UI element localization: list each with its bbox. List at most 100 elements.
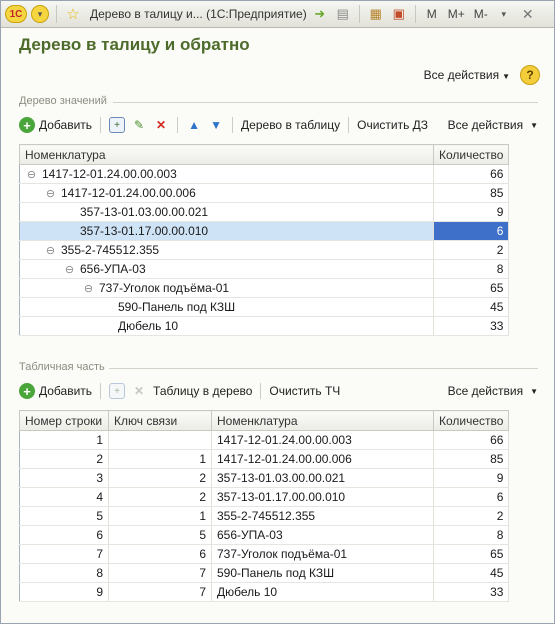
- clear-tree-button[interactable]: Очистить ДЗ: [357, 118, 428, 132]
- column-header-link-key[interactable]: Ключ связи: [108, 410, 212, 431]
- table-cell-nomenclature[interactable]: 656-УПА-03: [211, 525, 434, 545]
- tree-cell-nomenclature[interactable]: Дюбель 10: [19, 316, 434, 336]
- copy-icon[interactable]: +: [109, 383, 126, 399]
- table-cell-link-key[interactable]: 5: [108, 525, 212, 545]
- collapse-toggle-icon[interactable]: ⊖: [82, 282, 95, 295]
- table-cell-quantity[interactable]: 65: [433, 544, 510, 564]
- memory-subtract-button[interactable]: M-: [471, 4, 491, 24]
- tree-cell-quantity[interactable]: 8: [433, 259, 510, 279]
- table-cell-quantity[interactable]: 9: [433, 468, 510, 488]
- column-header-row-number[interactable]: Номер строки: [19, 410, 109, 431]
- app-menu-button[interactable]: 1С: [5, 4, 27, 24]
- table-cell-link-key[interactable]: 1: [108, 506, 212, 526]
- favorites-button[interactable]: ☆: [63, 4, 83, 24]
- table-cell-quantity[interactable]: 45: [433, 563, 510, 583]
- copy-icon[interactable]: +: [109, 117, 126, 133]
- table-cell-link-key[interactable]: 7: [108, 582, 212, 602]
- collapse-toggle-icon[interactable]: ⊖: [63, 263, 76, 276]
- window-menu-button[interactable]: ▾: [494, 4, 514, 24]
- collapse-toggle-icon[interactable]: ⊖: [44, 244, 57, 257]
- table-to-tree-button[interactable]: Таблицу в дерево: [153, 384, 252, 398]
- calculator-button[interactable]: ▦: [366, 4, 386, 24]
- help-button[interactable]: ?: [520, 65, 540, 85]
- table-cell-nomenclature[interactable]: 1417-12-01.24.00.00.006: [211, 449, 434, 469]
- tree-cell-quantity[interactable]: 2: [433, 240, 510, 260]
- move-down-icon[interactable]: ▼: [208, 117, 224, 133]
- table-cell-nomenclature[interactable]: 590-Панель под КЗШ: [211, 563, 434, 583]
- table-cell-row-number[interactable]: 7: [19, 544, 109, 564]
- tree-cell-nomenclature[interactable]: ⊖ 355-2-745512.355: [19, 240, 434, 260]
- tree-row[interactable]: Дюбель 10 33: [19, 316, 510, 336]
- table-row[interactable]: 8 7 590-Панель под КЗШ 45: [19, 563, 510, 583]
- tree-add-button[interactable]: + Добавить: [19, 117, 92, 133]
- table-row[interactable]: 2 1 1417-12-01.24.00.00.006 85: [19, 449, 510, 469]
- tree-cell-nomenclature[interactable]: ⊖ 1417-12-01.24.00.00.003: [19, 164, 434, 184]
- table-row[interactable]: 7 6 737-Уголок подъёма-01 65: [19, 544, 510, 564]
- collapse-toggle-icon[interactable]: ⊖: [25, 168, 38, 181]
- calendar-button[interactable]: ▣: [389, 4, 409, 24]
- column-header-quantity[interactable]: Количество: [432, 410, 510, 431]
- all-actions-menu[interactable]: Все действия ▼: [424, 68, 510, 82]
- table-cell-link-key[interactable]: 2: [108, 487, 212, 507]
- table-cell-row-number[interactable]: 1: [19, 430, 109, 450]
- table-row[interactable]: 5 1 355-2-745512.355 2: [19, 506, 510, 526]
- tree-cell-quantity[interactable]: 9: [433, 202, 510, 222]
- table-cell-quantity[interactable]: 8: [433, 525, 510, 545]
- tree-table[interactable]: Номенклатура Количество ⊖ 1417-12-01.24.0…: [19, 144, 510, 336]
- table-cell-quantity[interactable]: 33: [433, 582, 510, 602]
- tree-row[interactable]: ⊖ 355-2-745512.355 2: [19, 240, 510, 260]
- memory-save-button[interactable]: M: [422, 4, 442, 24]
- table-cell-row-number[interactable]: 8: [19, 563, 109, 583]
- tabular-section-table[interactable]: Номер строки Ключ связи Номенклатура Кол…: [19, 410, 510, 602]
- tree-to-table-button[interactable]: Дерево в таблицу: [241, 118, 340, 132]
- table-cell-quantity[interactable]: 2: [433, 506, 510, 526]
- table-row[interactable]: 1 1417-12-01.24.00.00.003 66: [19, 430, 510, 450]
- table-cell-link-key[interactable]: 7: [108, 563, 212, 583]
- tree-row[interactable]: 590-Панель под КЗШ 45: [19, 297, 510, 317]
- table-cell-nomenclature[interactable]: 737-Уголок подъёма-01: [211, 544, 434, 564]
- table-row[interactable]: 3 2 357-13-01.03.00.00.021 9: [19, 468, 510, 488]
- tree-cell-quantity[interactable]: 33: [433, 316, 510, 336]
- tree-cell-quantity[interactable]: 66: [433, 164, 510, 184]
- table-cell-row-number[interactable]: 2: [19, 449, 109, 469]
- table-cell-quantity[interactable]: 6: [433, 487, 510, 507]
- table-cell-nomenclature[interactable]: 1417-12-01.24.00.00.003: [211, 430, 434, 450]
- tree-row[interactable]: ⊖ 1417-12-01.24.00.00.003 66: [19, 164, 510, 184]
- table-cell-row-number[interactable]: 9: [19, 582, 109, 602]
- column-header-quantity[interactable]: Количество: [432, 144, 510, 165]
- table-cell-link-key[interactable]: [108, 430, 212, 450]
- add-to-favorites-button[interactable]: ➜: [310, 4, 330, 24]
- table-row[interactable]: 9 7 Дюбель 10 33: [19, 582, 510, 602]
- table-cell-row-number[interactable]: 6: [19, 525, 109, 545]
- tree-cell-nomenclature[interactable]: 357-13-01.17.00.00.010: [19, 221, 434, 241]
- collapse-toggle-icon[interactable]: ⊖: [44, 187, 57, 200]
- move-up-icon[interactable]: ▲: [186, 117, 202, 133]
- table-cell-row-number[interactable]: 5: [19, 506, 109, 526]
- memory-add-button[interactable]: M+: [445, 4, 468, 24]
- table-cell-nomenclature[interactable]: Дюбель 10: [211, 582, 434, 602]
- table-cell-quantity[interactable]: 85: [433, 449, 510, 469]
- tree-cell-nomenclature[interactable]: ⊖ 1417-12-01.24.00.00.006: [19, 183, 434, 203]
- delete-icon[interactable]: ✕: [153, 117, 169, 133]
- tree-row[interactable]: ⊖ 656-УПА-03 8: [19, 259, 510, 279]
- table-cell-nomenclature[interactable]: 357-13-01.17.00.00.010: [211, 487, 434, 507]
- tree-all-actions-menu[interactable]: Все действия ▼: [448, 118, 538, 132]
- column-header-nomenclature[interactable]: Номенклатура: [19, 144, 434, 165]
- table-add-button[interactable]: + Добавить: [19, 383, 92, 399]
- tree-cell-nomenclature[interactable]: 357-13-01.03.00.00.021: [19, 202, 434, 222]
- table-row[interactable]: 4 2 357-13-01.17.00.00.010 6: [19, 487, 510, 507]
- tree-row[interactable]: 357-13-01.03.00.00.021 9: [19, 202, 510, 222]
- delete-icon[interactable]: ✕: [131, 383, 147, 399]
- column-header-nomenclature[interactable]: Номенклатура: [211, 410, 434, 431]
- tree-cell-quantity[interactable]: 6: [433, 221, 510, 241]
- table-cell-link-key[interactable]: 1: [108, 449, 212, 469]
- table-cell-quantity[interactable]: 66: [433, 430, 510, 450]
- main-menu-button[interactable]: ▾: [30, 4, 50, 24]
- table-row[interactable]: 6 5 656-УПА-03 8: [19, 525, 510, 545]
- tree-cell-nomenclature[interactable]: ⊖ 656-УПА-03: [19, 259, 434, 279]
- clear-table-button[interactable]: Очистить ТЧ: [269, 384, 340, 398]
- tree-cell-quantity[interactable]: 85: [433, 183, 510, 203]
- table-all-actions-menu[interactable]: Все действия ▼: [448, 384, 538, 398]
- table-cell-link-key[interactable]: 2: [108, 468, 212, 488]
- tree-row[interactable]: 357-13-01.17.00.00.010 6: [19, 221, 510, 241]
